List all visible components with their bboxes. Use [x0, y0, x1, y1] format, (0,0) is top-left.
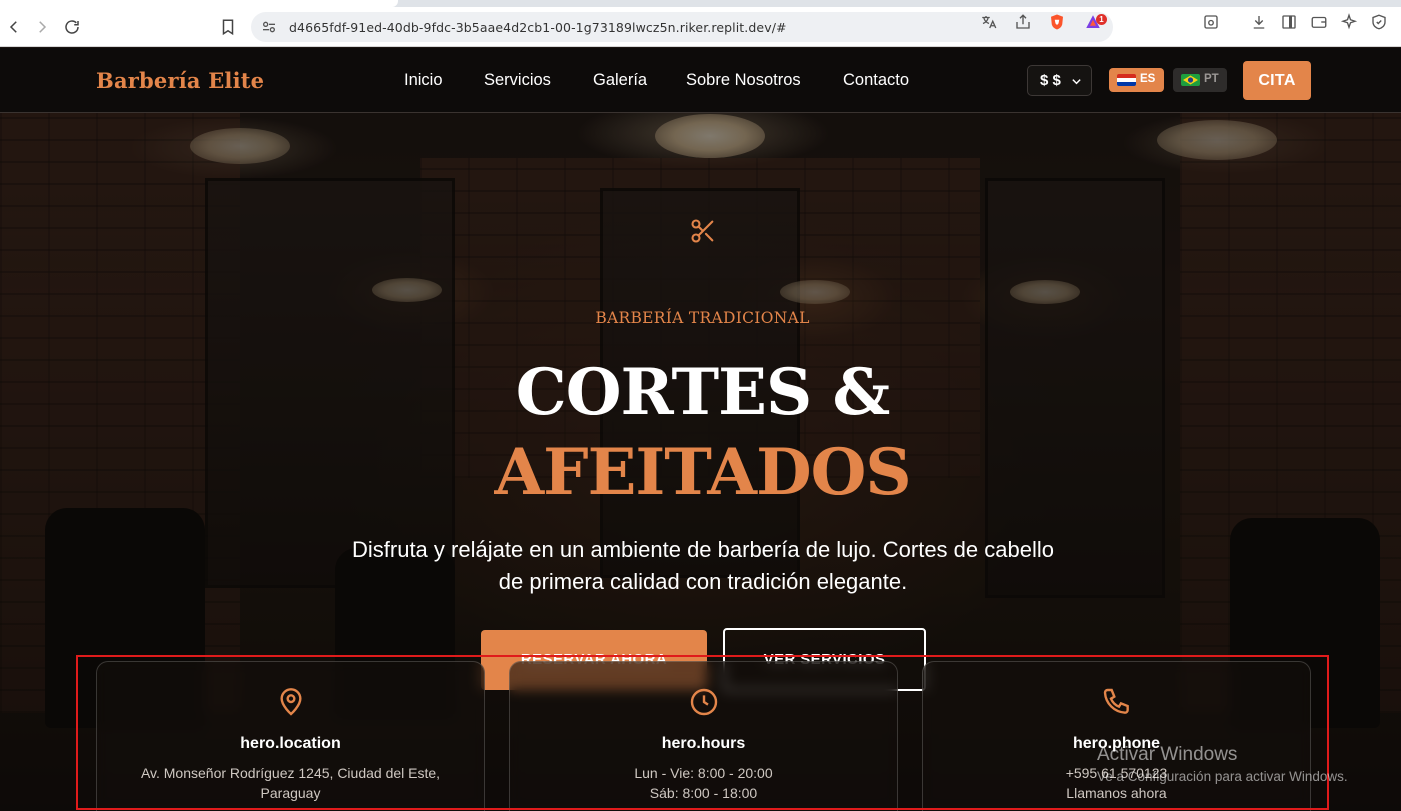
currency-selector[interactable]: $ $	[1027, 65, 1092, 96]
reader-mode-icon[interactable]	[1202, 13, 1220, 31]
wallet-icon[interactable]	[1310, 13, 1328, 31]
vpn-shield-icon[interactable]	[1370, 13, 1388, 31]
card-title: hero.location	[240, 735, 341, 752]
reload-icon[interactable]	[60, 15, 84, 39]
windows-activation-title: Activar Windows	[1097, 744, 1238, 765]
share-icon[interactable]	[1014, 13, 1032, 31]
hero-eyebrow: BARBERÍA TRADICIONAL	[595, 309, 810, 327]
site-navbar: Barbería Elite Inicio Servicios Galería …	[0, 48, 1401, 113]
hours-card: hero.hours Lun - Vie: 8:00 - 20:00 Sáb: …	[509, 661, 898, 811]
windows-activation-subtitle: Ve a Configuración para activar Windows.	[1097, 769, 1348, 784]
location-card: hero.location Av. Monseñor Rodríguez 124…	[96, 661, 485, 811]
nav-link-sobre-nosotros[interactable]: Sobre Nosotros	[686, 71, 801, 90]
browser-toolbar: d4665fdf-91ed-40db-9fdc-3b5aae4d2cb1-00-…	[0, 7, 1401, 47]
appointment-button[interactable]: CITA	[1243, 61, 1311, 100]
card-line: Paraguay	[260, 785, 321, 801]
hero-title-line1: CORTES &	[515, 355, 890, 430]
browser-tabstrip	[0, 0, 1401, 7]
language-es-button[interactable]: ES	[1109, 68, 1164, 92]
paraguay-flag-icon	[1117, 74, 1136, 86]
nav-link-servicios[interactable]: Servicios	[484, 71, 551, 90]
website-viewport: Barbería Elite Inicio Servicios Galería …	[0, 48, 1401, 811]
phone-icon	[1101, 686, 1133, 718]
language-code: PT	[1204, 73, 1219, 85]
card-line: Sáb: 8:00 - 18:00	[649, 785, 758, 801]
nav-link-galeria[interactable]: Galería	[593, 71, 647, 90]
nav-link-contacto[interactable]: Contacto	[843, 71, 909, 90]
hero-title-line2: AFEITADOS	[494, 435, 911, 510]
card-line: Av. Monseñor Rodríguez 1245, Ciudad del …	[140, 765, 441, 781]
forward-icon[interactable]	[30, 15, 54, 39]
url-text[interactable]: d4665fdf-91ed-40db-9fdc-3b5aae4d2cb1-00-…	[289, 20, 787, 35]
brazil-flag-icon	[1181, 74, 1200, 86]
site-logo[interactable]: Barbería Elite	[96, 68, 264, 93]
nav-link-inicio[interactable]: Inicio	[404, 71, 443, 90]
clock-icon	[688, 686, 720, 718]
back-icon[interactable]	[2, 15, 26, 39]
card-line: Llamanos ahora	[1066, 785, 1167, 801]
phone-card: hero.phone +595 61 570123 Llamanos ahora	[922, 661, 1311, 811]
bookmark-icon[interactable]	[216, 15, 240, 39]
hero-description: Disfruta y relájate en un ambiente de ba…	[352, 537, 1054, 594]
translate-icon[interactable]	[980, 13, 998, 31]
language-code: ES	[1140, 73, 1156, 85]
active-tab[interactable]	[0, 0, 398, 7]
currency-label: $ $	[1040, 72, 1061, 89]
download-icon[interactable]	[1250, 13, 1268, 31]
leo-ai-icon[interactable]	[1340, 13, 1358, 31]
language-pt-button[interactable]: PT	[1173, 68, 1227, 92]
site-settings-icon[interactable]	[261, 19, 277, 35]
brave-shields-icon[interactable]	[1048, 13, 1066, 31]
card-title: hero.hours	[661, 735, 746, 752]
chevron-down-icon	[1072, 79, 1081, 85]
map-pin-icon	[275, 686, 307, 718]
scissors-icon	[691, 219, 714, 243]
sidebar-icon[interactable]	[1280, 13, 1298, 31]
rewards-badge: 1	[1096, 14, 1107, 25]
card-line: Lun - Vie: 8:00 - 20:00	[634, 765, 773, 781]
